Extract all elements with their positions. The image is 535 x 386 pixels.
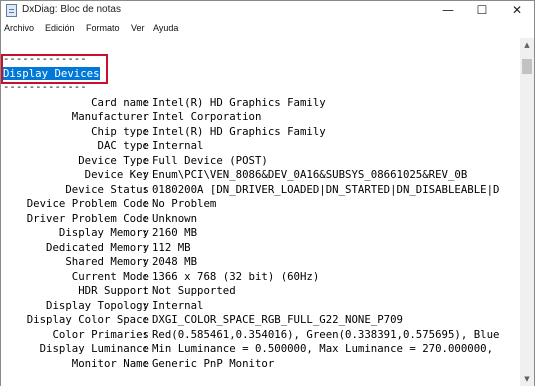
field-key: Dedicated Memory [46,240,149,254]
field-value: 112 MB [152,240,191,254]
field-colon: : [142,153,149,167]
field-colon: : [142,124,149,138]
field-row: Device Type: Full Device (POST) [1,154,520,169]
field-row: Device Key: Enum\PCI\VEN_8086&DEV_0A16&SU… [1,168,520,183]
annotation-box [1,54,108,84]
field-value: 0180200A [DN_DRIVER_LOADED|DN_STARTED|DN… [152,182,500,196]
field-key: Chip type [91,124,149,138]
field-colon: : [142,211,149,225]
field-row: Driver Problem Code: Unknown [1,212,520,227]
field-row: Display Memory:2160 MB [1,226,520,241]
field-colon: : [142,342,149,355]
field-value: Internal [152,139,204,152]
menu-bar: Archivo Edición Formato Ver Ayuda [1,21,534,38]
field-key: Display Color Space [26,313,149,326]
field-key: Driver Problem Code [26,211,149,225]
minimize-button[interactable]: — [431,1,465,21]
field-value: No Problem [152,197,217,210]
field-key: HDR Support [78,284,149,297]
field-colon: : [142,327,149,341]
field-key: Card name [91,95,149,109]
field-row: Display Topology: Internal [1,299,520,314]
menu-formato[interactable]: Formato [86,23,120,33]
field-colon: : [142,356,149,370]
field-row: Current Mode:1366 x 768 (32 bit) (60Hz) [1,270,520,285]
field-value: Generic PnP Monitor [152,356,275,370]
field-row: DAC type: Internal [1,139,520,154]
field-value: 2048 MB [152,255,198,268]
chevron-down-icon[interactable]: ▼ [520,372,534,386]
title-bar[interactable]: DxDiag: Bloc de notas — ☐ ✕ [1,1,534,21]
field-colon: : [142,240,149,254]
chevron-up-icon[interactable]: ▲ [520,38,534,52]
field-value: 2160 MB [152,226,198,239]
menu-archivo[interactable]: Archivo [4,23,34,33]
field-row: Display Luminance: Min Luminance = 0.5000… [1,342,520,357]
menu-ayuda[interactable]: Ayuda [153,23,178,33]
field-value: Red(0.585461,0.354016), Green(0.338391,0… [152,327,500,341]
maximize-button[interactable]: ☐ [465,1,499,21]
field-value: Unknown [152,211,198,225]
field-row: Color Primaries: Red(0.585461,0.354016), … [1,328,520,343]
field-colon: : [142,269,149,283]
field-key: Color Primaries [52,327,149,341]
notepad-icon [6,4,17,17]
notepad-window: DxDiag: Bloc de notas — ☐ ✕ Archivo Edic… [0,0,535,386]
field-key: Display Topology [46,298,149,312]
field-value: Intel(R) HD Graphics Family [152,95,326,109]
field-colon: : [142,182,149,196]
vertical-scrollbar[interactable]: ▲ ▼ [520,38,534,386]
scroll-thumb[interactable] [522,59,532,74]
field-row: Card name: Intel(R) HD Graphics Family [1,96,520,111]
field-colon: : [142,197,149,210]
field-value: Full Device (POST) [152,153,268,167]
field-row: Monitor Name: Generic PnP Monitor [1,357,520,372]
field-key: Shared Memory [65,255,149,268]
field-value: Intel Corporation [152,110,262,123]
field-key: Monitor Name [71,356,149,370]
text-editor[interactable]: ------------- Display Devices ----------… [1,38,520,386]
field-value: Not Supported [152,284,236,297]
field-key: Current Mode [71,269,149,283]
field-colon: : [142,95,149,109]
field-colon: : [142,255,149,268]
field-colon: : [142,110,149,123]
field-value: Intel(R) HD Graphics Family [152,124,326,138]
field-colon: : [142,168,149,181]
window-title: DxDiag: Bloc de notas [22,4,121,15]
field-row: HDR Support: Not Supported [1,284,520,299]
close-button[interactable]: ✕ [500,1,534,21]
menu-edicion[interactable]: Edición [45,23,75,33]
field-key: Display Memory [58,226,149,239]
field-key: Display Luminance [39,342,149,355]
field-value: 1366 x 768 (32 bit) (60Hz) [152,269,320,283]
field-row: Manufacturer: Intel Corporation [1,110,520,125]
field-key: Device Problem Code [26,197,149,210]
field-value: DXGI_COLOR_SPACE_RGB_FULL_G22_NONE_P709 [152,313,403,326]
field-key: Device Status [65,182,149,196]
field-row: Dedicated Memory:112 MB [1,241,520,256]
field-colon: : [142,226,149,239]
field-row: Device Problem Code: No Problem [1,197,520,212]
field-key: Manufacturer [71,110,149,123]
field-value: Internal [152,298,204,312]
field-colon: : [142,298,149,312]
field-row: Shared Memory:2048 MB [1,255,520,270]
field-row: Chip type: Intel(R) HD Graphics Family [1,125,520,140]
field-value: Min Luminance = 0.500000, Max Luminance … [152,342,494,355]
menu-ver[interactable]: Ver [131,23,145,33]
field-key: Device Type [78,153,149,167]
field-value: Enum\PCI\VEN_8086&DEV_0A16&SUBSYS_086610… [152,168,468,181]
field-colon: : [142,313,149,326]
field-row: Display Color Space: DXGI_COLOR_SPACE_RGB… [1,313,520,328]
field-row: Device Status:0180200A [DN_DRIVER_LOADED… [1,183,520,198]
field-colon: : [142,139,149,152]
field-colon: : [142,284,149,297]
field-key: Device Key [84,168,149,181]
